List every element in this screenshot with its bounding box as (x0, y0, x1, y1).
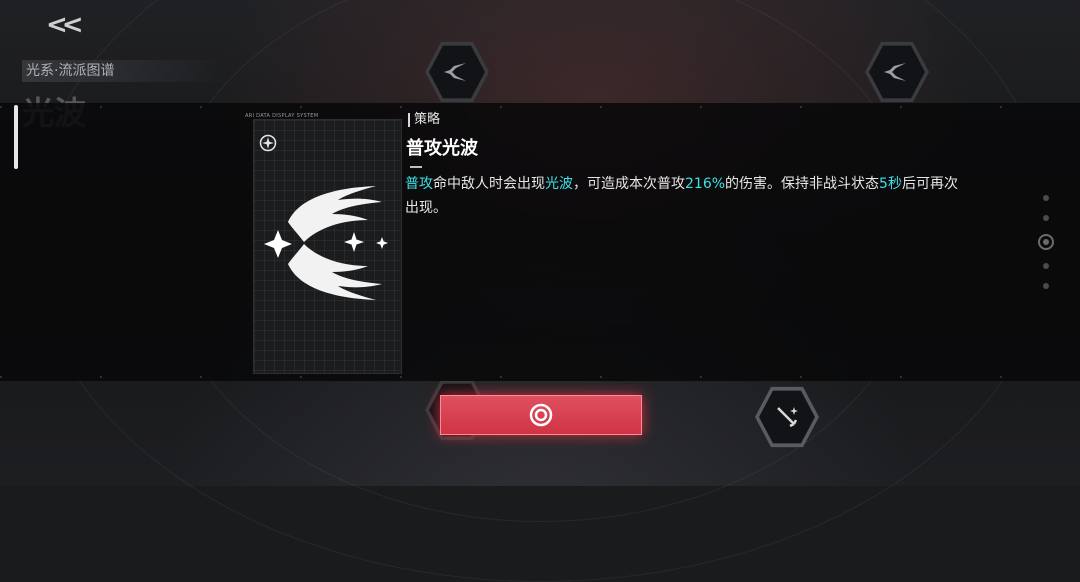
sword-star-icon (777, 407, 798, 428)
skill-detail-panel (0, 103, 1080, 381)
skill-name: 普攻光波 (406, 138, 478, 159)
target-ring-icon (529, 403, 553, 427)
band-bottom-divider (0, 376, 1080, 378)
back-button[interactable]: << (46, 10, 83, 40)
title-divider (410, 166, 422, 168)
keyword-light-wave: 光波 (545, 176, 573, 192)
description-text: ，可造成本次普攻 (573, 176, 685, 192)
side-pager[interactable] (1038, 190, 1054, 310)
keyword-cooldown: 5秒 (879, 176, 902, 192)
skill-description: 普攻命中敌人时会出现光波，可造成本次普攻216%的伤害。保持非战斗状态5秒后可再… (405, 172, 965, 220)
keyword-normal-attack: 普攻 (405, 176, 433, 192)
breadcrumb-label: 光系·流派图谱 (26, 63, 115, 79)
band-top-divider (0, 106, 1080, 108)
breadcrumb: 光系·流派图谱 (22, 60, 226, 82)
light-wave-emblem-icon (264, 186, 388, 300)
light-wave-icon (884, 63, 906, 81)
confirm-button[interactable] (440, 395, 642, 435)
keyword-damage-percent: 216% (685, 176, 726, 192)
scroll-indicator[interactable] (14, 105, 18, 169)
description-text: 的伤害。保持非战斗状态 (725, 176, 880, 192)
section-label: 策略 (408, 113, 440, 127)
compass-star-icon (259, 134, 277, 152)
light-wave-icon (444, 63, 466, 81)
description-text: 命中敌人时会出现 (433, 176, 545, 192)
